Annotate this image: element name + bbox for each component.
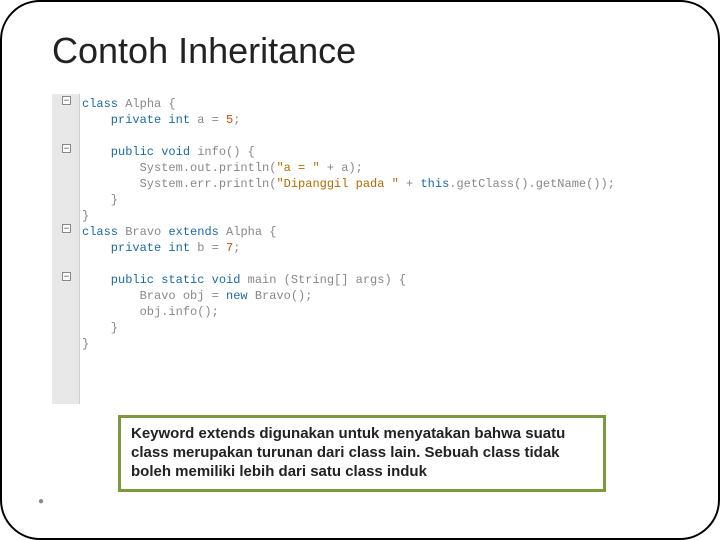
string-literal: "Dipanggil pada " bbox=[276, 177, 398, 191]
code-text: Alpha { bbox=[219, 225, 277, 239]
code-text: System.out.println( bbox=[82, 161, 276, 175]
editor-gutter: − − − − bbox=[52, 94, 80, 404]
keyword: public void bbox=[82, 145, 190, 159]
code-text: } bbox=[82, 209, 89, 223]
keyword: this bbox=[420, 177, 449, 191]
code-text: ; bbox=[233, 113, 240, 127]
code-text: } bbox=[82, 337, 89, 351]
keyword: extends bbox=[168, 225, 218, 239]
code-text: } bbox=[82, 321, 118, 335]
code-text: a = bbox=[190, 113, 226, 127]
keyword: class bbox=[82, 97, 118, 111]
code-text: Bravo(); bbox=[248, 289, 313, 303]
keyword: public static void bbox=[82, 273, 240, 287]
code-text: } bbox=[82, 193, 118, 207]
code-text: System.err.println( bbox=[82, 177, 276, 191]
fold-icon[interactable]: − bbox=[62, 96, 71, 105]
code-editor: − − − − class Alpha { private int a = 5;… bbox=[52, 94, 668, 404]
slide-frame: Contoh Inheritance − − − − class Alpha {… bbox=[0, 0, 720, 540]
code-text: + a); bbox=[320, 161, 363, 175]
code-text: info() { bbox=[190, 145, 255, 159]
slide-title: Contoh Inheritance bbox=[52, 30, 356, 72]
code-text: b = bbox=[190, 241, 226, 255]
code-text: main (String[] args) { bbox=[240, 273, 406, 287]
code-text: ; bbox=[233, 241, 240, 255]
callout-box: Keyword extends digunakan untuk menyatak… bbox=[118, 415, 606, 492]
code-text: Bravo obj = bbox=[82, 289, 226, 303]
code-text: Alpha { bbox=[118, 97, 176, 111]
code-body: class Alpha { private int a = 5; public … bbox=[82, 96, 668, 352]
code-text: + bbox=[399, 177, 421, 191]
fold-icon[interactable]: − bbox=[62, 272, 71, 281]
corner-dot: ● bbox=[38, 496, 48, 506]
keyword: private int bbox=[82, 113, 190, 127]
keyword: new bbox=[226, 289, 248, 303]
keyword: class bbox=[82, 225, 118, 239]
string-literal: "a = " bbox=[276, 161, 319, 175]
callout-text: Keyword extends digunakan untuk menyatak… bbox=[131, 424, 593, 481]
code-text: obj.info(); bbox=[82, 305, 219, 319]
keyword: private int bbox=[82, 241, 190, 255]
code-text: Bravo bbox=[118, 225, 168, 239]
code-text: .getClass().getName()); bbox=[449, 177, 615, 191]
fold-icon[interactable]: − bbox=[62, 224, 71, 233]
fold-icon[interactable]: − bbox=[62, 144, 71, 153]
